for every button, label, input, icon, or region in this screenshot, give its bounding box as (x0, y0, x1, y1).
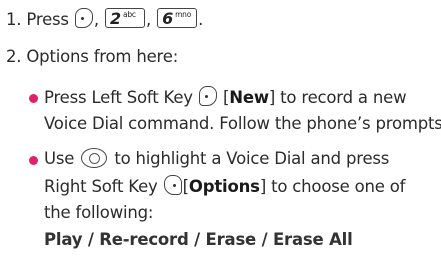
left-soft-key-icon (74, 8, 93, 28)
bullet-1-text-post: ] to record a new (268, 88, 407, 107)
bullet-2-dot (29, 156, 38, 165)
navigation-key-icon (81, 148, 108, 168)
step-2-text: Options from here: (26, 47, 179, 66)
step-1-number: 1. (6, 10, 22, 29)
options-list: Play / Re-record / Erase / Erase All (44, 230, 353, 249)
bullet-2-text-pre: Use (44, 149, 75, 168)
key-2-icon: 2 abc (104, 8, 145, 28)
step-1: 1. Press , 2 abc , 6 mno . (6, 8, 203, 31)
period: . (198, 10, 204, 29)
bullet-2-line-3: the following: (44, 203, 154, 222)
step-1-press-text: Press (26, 10, 69, 29)
right-soft-key-text: Right Soft Key (44, 177, 158, 196)
left-soft-key-icon (198, 86, 217, 106)
key-6-icon: 6 mno (157, 8, 198, 28)
bullet-1-line-2: Voice Dial command. Follow the phone’s p… (44, 114, 441, 133)
key-2-digit: 2 (109, 9, 121, 28)
bullet-2-line-2-post: ] to choose one of (259, 177, 406, 196)
bullet-2-text-post: to highlight a Voice Dial and press (114, 149, 390, 168)
bullet-1-line-1: Press Left Soft Key [New] to record a ne… (44, 86, 407, 109)
separator: , (145, 10, 152, 29)
key-6-digit: 6 (162, 9, 173, 28)
step-2-number: 2. (6, 47, 22, 66)
step-2: 2. Options from here: (6, 46, 178, 68)
bullet-2-line-2: Right Soft Key [Options] to choose one o… (44, 175, 405, 198)
bullet-1-dot (29, 94, 38, 103)
new-label: New (229, 88, 269, 107)
bullet-1-text-pre: Press Left Soft Key (44, 88, 193, 107)
right-soft-key-icon (163, 175, 182, 195)
bullet-2-line-1: Use to highlight a Voice Dial and press (44, 148, 389, 170)
key-2-letters: abc (122, 10, 136, 19)
separator: , (93, 10, 99, 29)
key-6-letters: mno (175, 10, 192, 19)
options-label: Options (188, 177, 260, 196)
